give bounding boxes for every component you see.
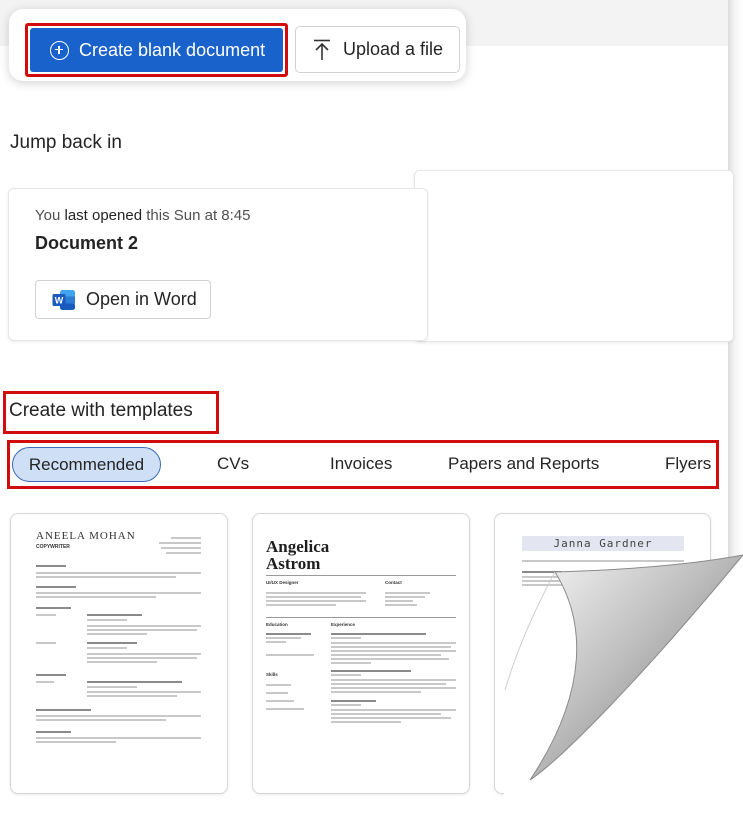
template-preview-education: Education — [266, 622, 288, 627]
jump-back-heading: Jump back in — [10, 132, 122, 153]
template-preview-name: Angelica Astrom — [266, 537, 330, 573]
template-preview-skills: Skills — [266, 672, 278, 677]
document-name: Document 2 — [35, 233, 139, 253]
new-document-actions: Create blank document Upload a file — [9, 9, 466, 81]
open-in-word-button[interactable]: W Open in Word — [35, 280, 211, 319]
word-app-icon: W — [52, 289, 75, 310]
template-preview-contact: Contact — [385, 580, 402, 585]
create-blank-label: Create blank document — [79, 39, 266, 60]
upload-label: Upload a file — [343, 39, 444, 59]
upload-file-button[interactable]: Upload a file — [295, 26, 460, 73]
create-blank-highlight: Create blank document — [25, 23, 288, 77]
template-card-resume-janna[interactable]: Janna Gardner — [494, 513, 711, 794]
tab-flyers[interactable]: Flyers — [665, 454, 711, 474]
open-in-word-label: Open in Word — [86, 289, 197, 309]
last-opened-text: You last opened this Sun at 8:45 — [35, 207, 251, 224]
recent-document-card-2[interactable] — [414, 170, 734, 342]
svg-text:W: W — [55, 295, 64, 305]
tab-invoices[interactable]: Invoices — [330, 454, 392, 474]
template-preview-name: ANEELA MOHAN — [36, 530, 136, 542]
tab-recommended[interactable]: Recommended — [12, 447, 161, 482]
template-preview-name: Janna Gardner — [553, 537, 653, 550]
template-card-resume-angelica[interactable]: Angelica Astrom UI/UX Designer Contact Ed… — [252, 513, 470, 794]
tab-papers-and-reports[interactable]: Papers and Reports — [448, 454, 599, 474]
template-preview-role: UI/UX Designer — [266, 580, 299, 585]
template-preview-subtitle: COPYWRITER — [36, 544, 70, 550]
templates-heading: Create with templates — [9, 400, 193, 421]
create-blank-document-button[interactable]: Create blank document — [30, 28, 283, 72]
recent-document-card[interactable]: You last opened this Sun at 8:45 Documen… — [8, 188, 428, 341]
template-card-resume-aneela[interactable]: ANEELA MOHAN COPYWRITER — [10, 513, 228, 794]
tab-cvs[interactable]: CVs — [217, 454, 249, 474]
template-preview-experience: Experience — [331, 622, 356, 627]
upload-arrow-icon — [314, 39, 330, 60]
plus-circle-icon — [50, 40, 69, 60]
page-edge — [728, 0, 743, 832]
